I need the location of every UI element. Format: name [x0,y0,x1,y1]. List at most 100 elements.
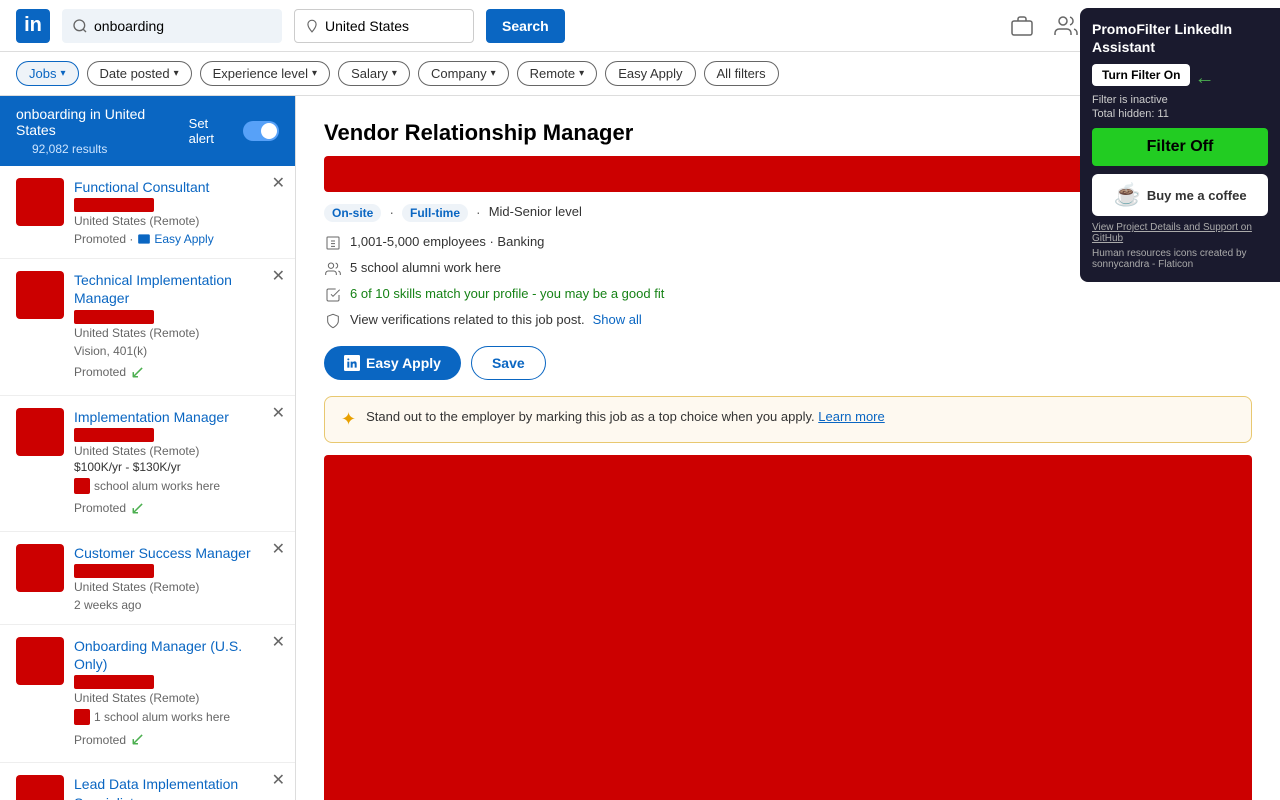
dismiss-button[interactable]: ✕ [272,406,285,422]
job-location: United States (Remote) [74,444,279,458]
easy-apply-label: Easy Apply [366,355,441,371]
company-name-redacted [74,310,154,324]
job-salary: $100K/yr - $130K/yr [74,460,279,474]
list-item[interactable]: Functional Consultant United States (Rem… [0,166,295,259]
location-icon [305,19,319,33]
job-title: Onboarding Manager (U.S. Only) [74,637,279,673]
chevron-down-icon: ▾ [579,68,584,79]
company-logo [16,408,64,456]
list-item[interactable]: Implementation Manager United States (Re… [0,396,295,532]
learn-more-link[interactable]: Learn more [818,409,884,424]
company-logo [16,775,64,800]
promoted-tag: Promoted ↙ [74,362,279,383]
employees-text: 1,001-5,000 employees · Banking [350,234,544,249]
save-button[interactable]: Save [471,346,546,380]
time-ago: 2 weeks ago [74,598,279,612]
job-benefits: Vision, 401(k) [74,344,279,358]
job-info: Functional Consultant United States (Rem… [74,178,279,246]
coffee-icon: ☕ [1113,182,1140,208]
filter-experience[interactable]: Experience level ▾ [200,61,330,86]
arrow-icon: ↙ [130,498,145,519]
filter-salary[interactable]: Salary ▾ [338,61,410,86]
people-icon [324,260,342,278]
chevron-down-icon: ▾ [312,68,317,79]
results-count: 92,082 results [16,138,189,156]
alumni-logo [74,478,90,494]
skills-icon [324,286,342,304]
company-name-redacted [74,675,154,689]
location-box [294,9,474,43]
company-logo [16,637,64,685]
job-info: Onboarding Manager (U.S. Only) United St… [74,637,279,750]
filter-remote[interactable]: Remote ▾ [517,61,598,86]
chevron-down-icon: ▾ [60,68,65,79]
dismiss-button[interactable]: ✕ [272,773,285,789]
github-link[interactable]: View Project Details and Support on GitH… [1092,222,1268,244]
list-item[interactable]: Customer Success Manager United States (… [0,532,295,625]
job-info: Customer Success Manager United States (… [74,544,279,612]
job-image [324,455,1252,800]
verify-info: View verifications related to this job p… [324,312,1252,330]
job-location: United States (Remote) [74,326,279,340]
easy-apply-button[interactable]: Easy Apply [324,346,461,380]
job-title: Lead Data Implementation Specialist [74,775,279,800]
filter-date-posted[interactable]: Date posted ▾ [87,61,192,86]
promo-title: PromoFilter LinkedIn Assistant [1092,20,1268,56]
search-box [62,9,282,43]
verify-icon [324,312,342,330]
company-logo [16,544,64,592]
star-icon: ✦ [341,409,356,430]
coffee-text: Buy me a coffee [1147,188,1247,203]
tag-separator2: · [476,204,481,222]
nav-network[interactable] [1054,14,1078,38]
total-hidden-count: Total hidden: 11 [1092,108,1268,120]
dismiss-button[interactable]: ✕ [272,542,285,558]
jobs-icon [1010,14,1034,38]
job-location: United States (Remote) [74,691,279,705]
filter-all-filters[interactable]: All filters [704,61,779,86]
job-title: Implementation Manager [74,408,279,426]
dismiss-button[interactable]: ✕ [272,176,285,192]
tag-on-site: On-site [324,204,381,222]
job-info: Implementation Manager United States (Re… [74,408,279,519]
action-buttons: Easy Apply Save [324,346,1252,380]
company-logo [16,178,64,226]
filter-inactive-status: Filter is inactive [1092,94,1268,106]
promoted-tag: Promoted ↙ [74,498,279,519]
job-title: Technical Implementation Manager [74,271,279,307]
nav-jobs[interactable] [1010,14,1034,38]
top-choice-banner: ✦ Stand out to the employer by marking t… [324,396,1252,443]
coffee-banner: ☕ Buy me a coffee [1092,174,1268,216]
promoted-tag: Promoted ↙ [74,729,279,750]
search-icon [72,18,88,34]
left-header: onboarding in United States 92,082 resul… [0,96,295,166]
filter-jobs[interactable]: Jobs ▾ [16,61,79,86]
easy-apply-badge: Easy Apply [137,232,213,246]
filter-off-button[interactable]: Filter Off [1092,128,1268,166]
alert-toggle[interactable] [243,121,279,141]
turn-filter-button[interactable]: Turn Filter On [1092,64,1190,86]
job-title: Customer Success Manager [74,544,279,562]
alumni-text: 5 school alumni work here [350,260,501,275]
filter-easy-apply[interactable]: Easy Apply [605,61,695,86]
network-icon [1054,14,1078,38]
list-item[interactable]: Lead Data Implementation Specialist Hart… [0,763,295,800]
skills-info: 6 of 10 skills match your profile - you … [324,286,1252,304]
filter-company[interactable]: Company ▾ [418,61,509,86]
arrow-icon: ↙ [130,362,145,383]
skills-match-text: 6 of 10 skills match your profile - you … [350,286,664,301]
list-item[interactable]: Technical Implementation Manager United … [0,259,295,395]
left-panel: onboarding in United States 92,082 resul… [0,96,296,800]
list-item[interactable]: Onboarding Manager (U.S. Only) United St… [0,625,295,763]
promoted-tag: Promoted · Easy Apply [74,232,279,246]
search-input[interactable] [94,18,254,34]
dismiss-button[interactable]: ✕ [272,635,285,651]
dismiss-button[interactable]: ✕ [272,269,285,285]
location-input[interactable] [325,18,455,34]
search-button[interactable]: Search [486,9,565,43]
show-all-link[interactable]: Show all [593,312,642,327]
linkedin-icon [344,355,360,371]
job-location: United States (Remote) [74,580,279,594]
arrow-indicator: ← [1194,67,1214,90]
chevron-down-icon: ▾ [174,68,179,79]
